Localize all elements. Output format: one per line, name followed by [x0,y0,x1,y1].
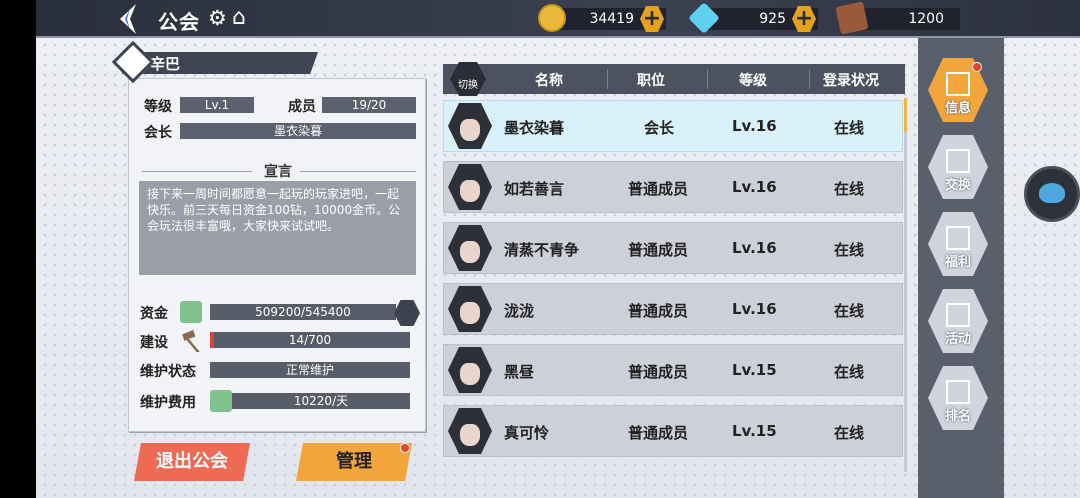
exchange-icon [946,149,970,173]
gold-value: 34419 [589,11,634,27]
funds-label: 资金 [140,306,168,322]
member-level: Lv.16 [732,178,777,196]
build-progress-fill [210,332,214,348]
guild-level: Lv.1 [180,97,254,113]
avatar [448,164,492,210]
build-progress-bar: 14/700 [210,332,410,348]
avatar [448,225,492,271]
avatar [448,103,492,149]
page-title: 公会 [158,10,200,34]
divider [300,171,416,172]
maintenance-fee: 10220/天 [232,393,410,409]
table-row[interactable]: 墨衣染暮 会长 Lv.16 在线 [443,100,903,152]
member-role: 会长 [644,119,675,137]
table-row[interactable]: 黑昼 普通成员 Lv.15 在线 [443,344,903,396]
column-name: 名称 [535,73,563,89]
divider [142,171,252,172]
avatar [448,347,492,393]
left-edge [0,0,36,498]
home-icon[interactable]: ⌂ [232,5,246,30]
member-level: Lv.16 [732,300,777,318]
avatar [448,286,492,332]
member-name: 真可怜 [504,424,550,442]
member-role: 普通成员 [628,180,689,198]
build-label: 建设 [140,335,168,351]
gear-icon[interactable]: ⚙ [208,6,227,30]
member-status: 在线 [834,424,865,442]
scrollbar-track[interactable] [904,98,907,472]
info-icon [946,72,970,96]
guild-name: 辛巴 [150,55,181,73]
event-icon [946,303,970,327]
member-level: Lv.16 [732,117,777,135]
member-name: 墨衣染暮 [504,119,565,137]
floating-assistant-button[interactable] [1024,166,1080,222]
diamond-value: 925 [759,11,786,27]
scrollbar-thumb[interactable] [904,98,907,132]
member-role: 普通成员 [628,302,689,320]
member-count: 19/20 [322,97,416,113]
diamond-counter: 925 + [688,2,818,34]
member-status: 在线 [834,241,865,259]
maintenance-label: 维护状态 [140,364,196,380]
rank-icon [946,380,970,404]
column-level: 等级 [739,73,767,89]
member-role: 普通成员 [628,241,689,259]
member-level: Lv.15 [732,361,777,379]
member-name: 泷泷 [504,302,535,320]
leader-label: 会长 [144,125,172,141]
ticket-icon [835,1,869,35]
member-status: 在线 [834,363,865,381]
build-value: 14/700 [288,333,332,347]
ticket-counter: 1200 [835,1,960,35]
avatar [448,408,492,454]
table-row[interactable]: 真可怜 普通成员 Lv.15 在线 [443,405,903,457]
level-label: 等级 [144,99,172,115]
money-icon [210,390,232,412]
member-status: 在线 [834,180,865,198]
leader-name: 墨衣染暮 [180,123,416,139]
declaration-text: 接下来一周时间都愿意一起玩的玩家进吧，一起快乐。前三天每日资金100钻，1000… [139,181,416,275]
declaration-title: 宣言 [264,164,292,180]
member-status: 在线 [834,302,865,320]
member-name: 如若善言 [504,180,565,198]
gold-counter: 34419 + [538,4,666,32]
member-role: 普通成员 [628,363,689,381]
add-gold-button[interactable]: + [640,6,664,32]
member-level: Lv.15 [732,422,777,440]
gold-coin-icon [538,4,566,32]
column-status: 登录状况 [823,73,879,89]
ticket-value: 1200 [908,11,944,27]
table-row[interactable]: 如若善言 普通成员 Lv.16 在线 [443,161,903,213]
member-name: 黑昼 [504,363,535,381]
manage-button[interactable]: 管理 [296,443,412,481]
member-label: 成员 [288,99,316,115]
table-row[interactable]: 泷泷 普通成员 Lv.16 在线 [443,283,903,335]
table-header: 名称 职位 等级 登录状况 [443,64,905,94]
gift-icon [946,226,970,250]
column-role: 职位 [637,73,665,89]
notification-dot [972,62,982,72]
table-row[interactable]: 清蒸不青争 普通成员 Lv.16 在线 [443,222,903,274]
money-icon [180,301,202,323]
notification-dot [400,443,410,453]
fee-label: 维护费用 [140,395,196,411]
quit-guild-button[interactable]: 退出公会 [134,443,250,481]
maintenance-status: 正常维护 [210,362,410,378]
member-status: 在线 [834,119,865,137]
member-level: Lv.16 [732,239,777,257]
member-role: 普通成员 [628,424,689,442]
add-diamond-button[interactable]: + [792,6,816,32]
funds-value: 509200/545400 [210,304,396,320]
member-name: 清蒸不青争 [504,241,580,259]
